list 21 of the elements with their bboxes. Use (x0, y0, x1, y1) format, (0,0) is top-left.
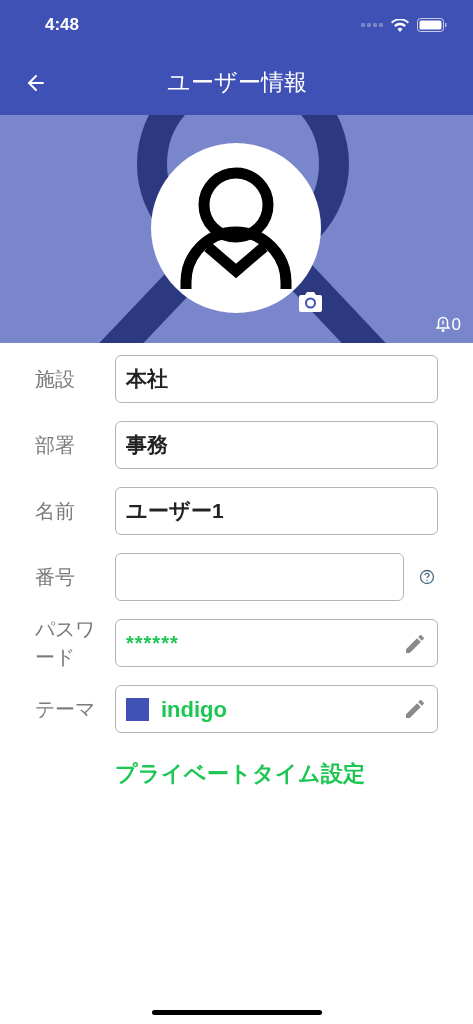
field-label: 番号 (35, 565, 76, 590)
bell-icon (435, 316, 450, 333)
pencil-icon[interactable] (403, 632, 427, 656)
notification-count: 0 (451, 313, 461, 336)
text-field[interactable]: 本社 (115, 355, 438, 403)
help-icon[interactable] (419, 569, 435, 585)
field-label: 部署 (35, 433, 76, 458)
signal-icon (361, 23, 383, 27)
field-label: パスワード (35, 617, 96, 670)
battery-icon (417, 18, 447, 32)
text-field[interactable]: 事務 (115, 421, 438, 469)
pencil-icon[interactable] (403, 697, 427, 721)
field-label: テーマ (35, 697, 96, 722)
wifi-icon (391, 18, 409, 32)
field-label: 名前 (35, 499, 76, 524)
field-label: 施設 (35, 367, 76, 392)
text-field[interactable] (115, 553, 404, 601)
text-field[interactable]: ユーザー1 (115, 487, 438, 535)
status-time: 4:48 (45, 14, 80, 37)
person-icon (180, 167, 292, 289)
app-title: ユーザー情報 (166, 68, 307, 98)
